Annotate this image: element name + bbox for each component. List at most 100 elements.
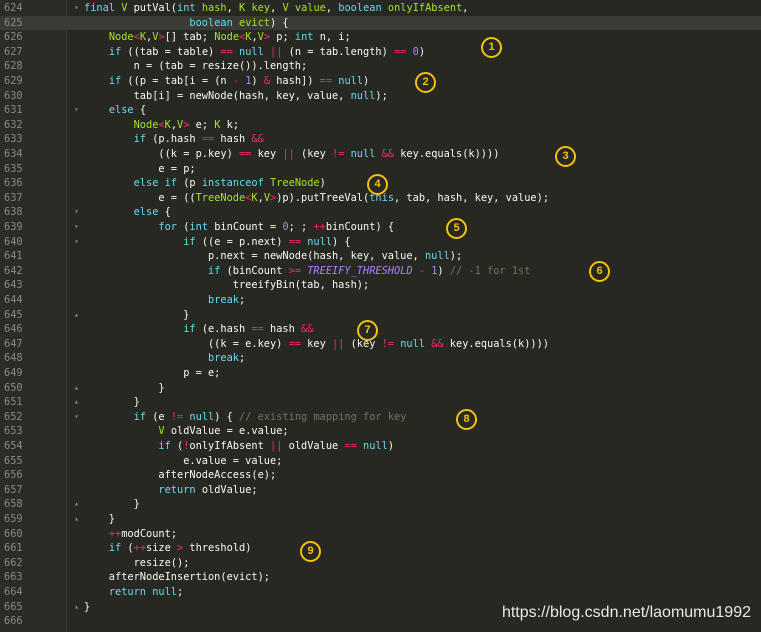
code-line[interactable]: 661 if (++size > threshold) [0, 541, 761, 556]
code-text: ++modCount; [108, 527, 178, 540]
line-number: 628 [4, 60, 23, 73]
line-number: 652 [4, 410, 23, 423]
code-line[interactable]: 625 boolean evict) { [0, 15, 761, 31]
code-line[interactable]: 628 n = (tab = resize()).length; [0, 59, 761, 74]
code-line[interactable]: 642 if (binCount >= TREEIFY_THRESHOLD - … [0, 264, 761, 279]
line-number: 631 [4, 104, 23, 117]
line-number: 638 [4, 206, 23, 219]
code-text: if (binCount >= TREEIFY_THRESHOLD - 1) /… [208, 264, 531, 277]
code-line[interactable]: 658 ▴ } [0, 497, 761, 512]
code-text: e = ((TreeNode<K,V>)p).putTreeVal(this, … [84, 191, 550, 204]
line-number: 633 [4, 133, 23, 146]
code-text: return oldValue; [158, 483, 258, 496]
annotation-badge-3: 3 [555, 146, 576, 167]
fold-toggle-icon[interactable]: ▴ [74, 308, 79, 323]
code-text: if (++size > threshold) [108, 542, 252, 555]
code-line[interactable]: 627 if ((tab = table) == null || (n = ta… [0, 45, 761, 60]
code-text: if ((e = p.next) == null) { [183, 235, 351, 248]
line-number: 625 [4, 16, 23, 29]
line-number: 624 [4, 2, 23, 14]
code-line[interactable]: 633 if (p.hash == hash && [0, 132, 761, 147]
code-text: resize(); [84, 556, 190, 569]
code-line[interactable]: 659 ▴ } [0, 512, 761, 527]
line-number: 658 [4, 498, 23, 511]
code-editor[interactable]: 624 ▾ final V putVal(int hash, K key, V va… [0, 0, 761, 632]
code-line[interactable]: 632 Node<K,V> e; K k; [0, 118, 761, 133]
code-line[interactable]: 631 ▾ else { [0, 103, 761, 118]
fold-toggle-icon[interactable]: ▾ [74, 103, 79, 118]
code-text: for (int binCount = 0; ; ++binCount) { [158, 221, 395, 233]
code-text: treeifyBin(tab, hash); [84, 279, 370, 292]
code-line[interactable]: 663 afterNodeInsertion(evict); [0, 570, 761, 585]
code-line[interactable]: 655 e.value = value; [0, 454, 761, 469]
code-line[interactable]: 653 V oldValue = e.value; [0, 424, 761, 439]
annotation-badge-2: 2 [415, 72, 436, 93]
code-line[interactable]: 657 return oldValue; [0, 483, 761, 498]
code-line[interactable]: 649 p = e; [0, 366, 761, 381]
code-text: tab[i] = newNode(hash, key, value, null)… [84, 89, 388, 102]
fold-toggle-icon[interactable]: ▴ [74, 381, 79, 396]
code-text: break; [208, 352, 246, 365]
fold-toggle-icon[interactable]: ▴ [74, 600, 79, 615]
line-number: 654 [4, 440, 23, 452]
fold-toggle-icon[interactable]: ▴ [74, 512, 79, 527]
code-line[interactable]: 626 Node<K,V>[] tab; Node<K,V> p; int n,… [0, 30, 761, 45]
fold-toggle-icon[interactable]: ▾ [74, 1, 79, 16]
code-text: } [84, 381, 165, 394]
code-line[interactable]: 639 ▾ for (int binCount = 0; ; ++binCount… [0, 220, 761, 235]
code-line[interactable]: 662 resize(); [0, 556, 761, 571]
code-text: n = (tab = resize()).length; [84, 60, 308, 73]
line-number: 656 [4, 469, 23, 482]
line-number: 640 [4, 235, 23, 248]
code-line[interactable]: 640 ▾ if ((e = p.next) == null) { [0, 235, 761, 250]
code-line[interactable]: 660 ++modCount; [0, 527, 761, 542]
code-text: Node<K,V> e; K k; [133, 118, 240, 131]
fold-toggle-icon[interactable]: ▴ [74, 395, 79, 410]
code-text: } [84, 396, 140, 409]
line-number: 655 [4, 454, 23, 467]
code-line[interactable]: 656 afterNodeAccess(e); [0, 468, 761, 483]
annotation-badge-9: 9 [300, 541, 321, 562]
code-text: } [84, 308, 190, 321]
line-number: 635 [4, 162, 23, 175]
fold-toggle-icon[interactable]: ▾ [74, 205, 79, 220]
code-text: if ((p = tab[i = (n - 1) & hash]) == nul… [108, 75, 370, 87]
code-line[interactable]: 638 ▾ else { [0, 205, 761, 220]
line-number: 634 [4, 148, 23, 160]
line-number: 626 [4, 31, 23, 44]
code-line[interactable]: 654 if (!onlyIfAbsent || oldValue == nul… [0, 439, 761, 454]
fold-toggle-icon[interactable]: ▾ [74, 220, 79, 235]
fold-toggle-icon[interactable]: ▴ [74, 497, 79, 512]
code-line[interactable]: 664 return null; [0, 585, 761, 600]
code-text: Node<K,V>[] tab; Node<K,V> p; int n, i; [108, 31, 351, 44]
code-text: } [84, 513, 115, 525]
line-number: 632 [4, 118, 23, 131]
code-line[interactable]: 650 ▴ } [0, 381, 761, 396]
code-line[interactable]: 652 ▾ if (e != null) { // existing mappin… [0, 410, 761, 425]
fold-toggle-icon[interactable]: ▾ [74, 235, 79, 250]
line-number: 629 [4, 75, 23, 87]
code-line[interactable]: 634 ((k = p.key) == key || (key != null … [0, 147, 761, 162]
code-line[interactable]: 647 ((k = e.key) == key || (key != null … [0, 337, 761, 352]
annotation-badge-6: 6 [589, 261, 610, 282]
code-text: V oldValue = e.value; [158, 425, 289, 438]
code-line[interactable]: 629 if ((p = tab[i = (n - 1) & hash]) ==… [0, 74, 761, 89]
code-line[interactable]: 646 if (e.hash == hash && [0, 322, 761, 337]
code-line[interactable]: 645 ▴ } [0, 308, 761, 323]
line-number: 661 [4, 542, 23, 555]
code-text: } [84, 498, 140, 511]
code-line[interactable]: 644 break; [0, 293, 761, 308]
line-number: 663 [4, 571, 23, 584]
fold-toggle-icon[interactable]: ▾ [74, 410, 79, 425]
line-number: 659 [4, 513, 23, 525]
line-number: 644 [4, 294, 23, 306]
code-line[interactable]: 624 ▾ final V putVal(int hash, K key, V va… [0, 1, 761, 16]
line-number: 630 [4, 89, 23, 102]
annotation-badge-7: 7 [357, 320, 378, 341]
code-line[interactable]: 641 p.next = newNode(hash, key, value, n… [0, 249, 761, 264]
code-line[interactable]: 630 tab[i] = newNode(hash, key, value, n… [0, 89, 761, 104]
code-line[interactable]: 648 break; [0, 351, 761, 366]
code-line[interactable]: 651 ▴ } [0, 395, 761, 410]
code-line[interactable]: 643 treeifyBin(tab, hash); [0, 278, 761, 293]
line-number: 657 [4, 483, 23, 496]
